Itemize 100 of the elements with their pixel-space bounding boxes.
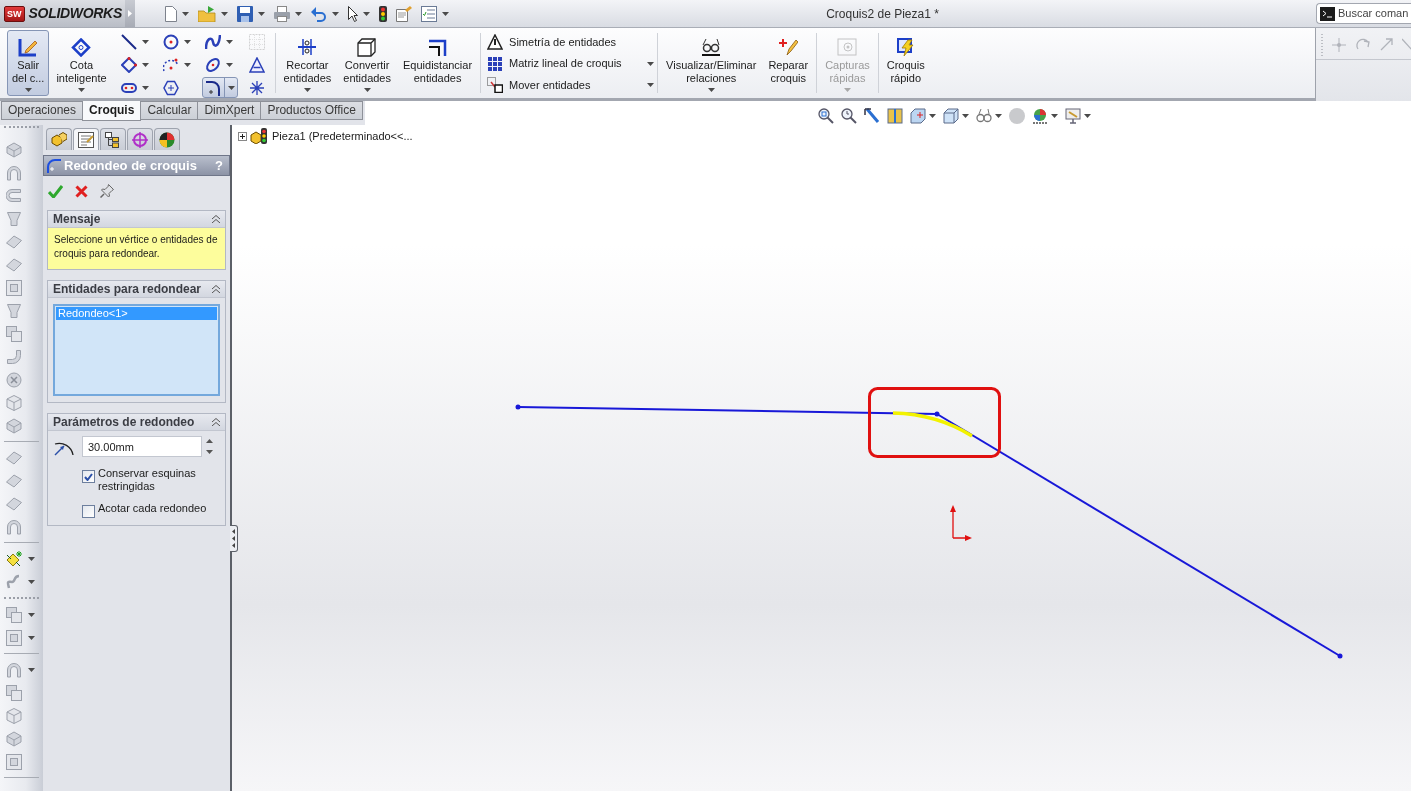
caret-down-icon[interactable] [225,62,233,67]
ribbon-button[interactable]: Equidistanciar entidades [398,30,478,96]
ribbon-button[interactable]: Cota inteligente [51,30,112,96]
caret-down-icon[interactable] [28,612,35,617]
spline-icon[interactable] [204,33,221,50]
caret-down-icon[interactable] [332,11,339,16]
caret-down-icon[interactable] [929,114,936,118]
panel-tab[interactable] [100,128,126,150]
caret-down-icon[interactable] [182,11,189,16]
section-title: Parámetros de redondeo [53,414,195,431]
caret-down-icon[interactable] [24,88,32,92]
search-bar[interactable]: Buscar coman [1316,3,1411,24]
tool-button[interactable] [201,77,238,98]
traffic-light-icon[interactable] [379,5,387,22]
dashed-arc-icon[interactable] [162,56,179,73]
caret-down-icon[interactable] [363,88,371,92]
folder-icon[interactable] [198,5,216,22]
magnifier-icon[interactable] [841,108,857,124]
color-sphere-icon[interactable] [1032,108,1048,124]
caret-down-icon[interactable] [647,61,655,66]
magnifier-icon[interactable] [818,108,834,124]
ribbon-menu-item[interactable]: Simetría de entidades [487,33,617,51]
spin-down-icon[interactable] [206,450,213,454]
asterisk-point-icon[interactable] [248,79,265,96]
crosshair-icon [132,131,148,148]
ribbon-tab[interactable]: DimXpert [197,101,262,120]
ribbon-button[interactable]: Reparar croquis [763,30,814,96]
caret-down-icon[interactable] [141,39,149,44]
ribbon-button[interactable]: Recortar entidades [278,30,337,96]
caret-down-icon[interactable] [141,62,149,67]
pushpin-icon[interactable] [100,184,114,198]
checkbox-label[interactable]: Conservar esquinas restringidas [98,467,210,493]
ribbon-tab[interactable]: Productos Office [260,101,363,120]
document-icon[interactable] [165,5,177,22]
caret-down-icon[interactable] [995,114,1002,118]
caret-down-icon[interactable] [707,88,715,92]
undo-arrow-icon[interactable] [311,5,327,22]
printer-icon[interactable] [274,5,290,22]
expand-box-icon[interactable] [238,131,247,141]
fillet-corner-icon[interactable] [204,79,221,96]
line-icon[interactable] [120,33,137,50]
caret-down-icon[interactable] [647,83,655,88]
caret-down-icon[interactable] [221,11,228,16]
menu-toggle-button[interactable] [125,0,135,27]
ribbon-tab[interactable]: Croquis [82,101,142,121]
caret-down-icon[interactable] [303,88,311,92]
pointer-arrow-icon[interactable] [348,5,358,22]
collapse-chevrons-icon[interactable] [212,215,220,223]
caret-down-icon[interactable] [1051,114,1058,118]
ellipse-icon[interactable] [204,56,221,73]
cube-icon[interactable] [943,108,959,124]
diamond-icon[interactable] [120,56,137,73]
caret-down-icon[interactable] [962,114,969,118]
caret-down-icon[interactable] [28,635,35,640]
caret-down-icon[interactable] [78,88,85,92]
caret-down-icon[interactable] [363,11,370,16]
caret-down-icon[interactable] [442,11,449,16]
panel-tab[interactable] [154,128,180,150]
caret-down-icon[interactable] [225,39,233,44]
document-pencil-icon[interactable] [396,5,412,22]
ribbon-menu-item[interactable]: Mover entidades [487,76,591,94]
caret-down-icon[interactable] [227,85,235,90]
caret-down-icon[interactable] [28,579,35,584]
ribbon-button[interactable]: Convertir entidades [338,30,396,96]
check-mark-icon[interactable] [48,184,63,198]
ribbon-button[interactable]: Salir del c... [7,30,50,96]
spin-up-icon[interactable] [206,439,213,443]
caret-down-icon[interactable] [1084,114,1091,118]
close-icon[interactable] [75,184,88,198]
circle-icon[interactable] [162,33,179,50]
ribbon-button[interactable]: Croquis rápido [881,30,930,96]
ribbon-button[interactable]: Visualizar/Eliminar relaciones [661,30,762,96]
radius-field[interactable]: 30.00mm [82,436,202,457]
checkbox-label[interactable]: Acotar cada redondeo [98,502,207,515]
collapse-chevrons-icon[interactable] [212,285,220,293]
x-circle-icon[interactable] [6,371,22,388]
caret-down-icon[interactable] [28,667,35,672]
caret-down-icon[interactable] [183,62,191,67]
split-box-icon[interactable] [887,108,903,124]
hexagon-plus-icon[interactable] [162,79,179,96]
ribbon-tab[interactable]: Operaciones [1,101,84,120]
ribbon-menu-item[interactable]: Matriz lineal de croquis [487,55,622,72]
ribbon-tab[interactable]: Calcular [140,101,199,120]
collapse-chevrons-icon[interactable] [212,418,220,426]
caret-down-icon[interactable] [141,85,149,90]
diamond-star-icon[interactable] [6,550,22,567]
checkbox[interactable] [82,470,95,483]
caret-down-icon[interactable] [295,11,302,16]
panel-tab[interactable] [73,128,99,150]
triangle-icon[interactable] [248,56,265,73]
glasses-icon[interactable] [976,108,992,124]
tree-item[interactable]: Pieza1 (Predeterminado<<... [272,128,413,145]
diagonal-arrow-icon[interactable] [864,108,880,124]
checklist-icon[interactable] [421,5,437,22]
caret-down-icon[interactable] [183,39,191,44]
cube-plus-icon[interactable] [910,108,926,124]
caret-down-icon[interactable] [28,556,35,561]
checkbox[interactable] [82,505,95,518]
search-field[interactable]: Buscar coman [1338,5,1411,22]
caret-down-icon[interactable] [258,11,265,16]
